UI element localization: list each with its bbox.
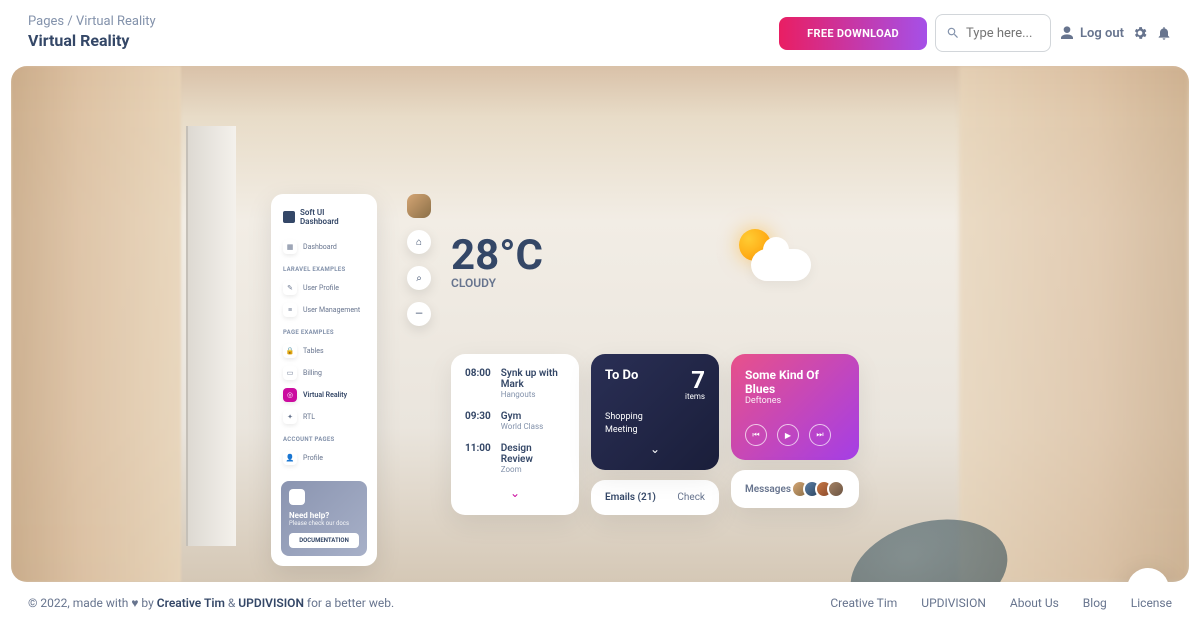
avatar [827, 480, 845, 498]
help-card: ♥ Need help? Please check our docs DOCUM… [281, 481, 367, 556]
sidebar-item-user-profile[interactable]: ✎User Profile [281, 277, 367, 299]
vr-canvas: Soft UI Dashboard ▦Dashboard LARAVEL EXA… [11, 66, 1189, 582]
sidebar-item-user-management[interactable]: ≡User Management [281, 299, 367, 321]
todo-count: 7 [685, 368, 705, 392]
logout-link[interactable]: Log out [1059, 25, 1124, 41]
prev-button[interactable]: ⏮ [745, 424, 767, 446]
music-title: Some Kind Of Blues [745, 368, 845, 396]
play-button[interactable]: ▶ [777, 424, 799, 446]
temperature: 28°C [451, 231, 543, 280]
footer-copyright: © 2022, made with ♥ by Creative Tim & UP… [28, 596, 394, 610]
mini-sidebar: Soft UI Dashboard ▦Dashboard LARAVEL EXA… [271, 194, 377, 566]
minimize-fab[interactable]: — [407, 302, 431, 326]
schedule-item[interactable]: 08:00 Synk up with MarkHangouts [465, 368, 565, 399]
weather-icon [723, 225, 813, 295]
footer-nav-blog[interactable]: Blog [1083, 596, 1107, 610]
footer-link-updivision[interactable]: UPDIVISION [238, 596, 304, 610]
card-icon: ▭ [283, 366, 297, 380]
schedule-item[interactable]: 09:30 GymWorld Class [465, 411, 565, 431]
curtain-right [959, 66, 1189, 582]
schedule-item[interactable]: 11:00 Design ReviewZoom [465, 443, 565, 474]
sidebar-item-dashboard[interactable]: ▦Dashboard [281, 236, 367, 258]
message-avatars [797, 480, 845, 498]
sidebar-item-profile[interactable]: 👤Profile [281, 447, 367, 469]
next-icon: ⏭ [816, 430, 823, 440]
bell-icon[interactable] [1156, 25, 1172, 41]
music-card: Some Kind Of Blues Deftones ⏮ ▶ ⏭ [731, 354, 859, 460]
search-icon: ⌕ [416, 273, 422, 284]
vr-icon: ◎ [283, 388, 297, 402]
chevron-down-icon[interactable]: ⌄ [605, 442, 705, 456]
todo-card: To Do 7 items Shopping Meeting ⌄ [591, 354, 719, 470]
door-frame [186, 126, 236, 546]
page-title: Virtual Reality [28, 31, 156, 50]
curtain-left [11, 66, 181, 582]
breadcrumb: Pages / Virtual Reality [28, 14, 156, 29]
footer-link-creative-tim[interactable]: Creative Tim [157, 596, 225, 610]
home-fab[interactable]: ⌂ [407, 230, 431, 254]
prev-icon: ⏮ [752, 430, 759, 440]
user-profile-icon: ✎ [283, 281, 297, 295]
rtl-icon: ✦ [283, 410, 297, 424]
user-icon [1059, 25, 1075, 41]
emails-action[interactable]: Check [677, 492, 705, 503]
search-icon [946, 26, 960, 40]
music-artist: Deftones [745, 396, 845, 406]
footer-nav-updivision[interactable]: UPDIVISION [921, 596, 986, 610]
footer-nav-about[interactable]: About Us [1010, 596, 1059, 610]
breadcrumb-current: Virtual Reality [76, 14, 156, 29]
free-download-button[interactable]: FREE DOWNLOAD [779, 17, 927, 50]
lock-icon: 🔒 [283, 344, 297, 358]
sidebar-item-billing[interactable]: ▭Billing [281, 362, 367, 384]
help-icon: ♥ [289, 489, 305, 505]
todo-item: Meeting [605, 424, 705, 437]
schedule-card: 08:00 Synk up with MarkHangouts 09:30 Gy… [451, 354, 579, 515]
list-icon: ≡ [283, 303, 297, 317]
messages-card[interactable]: Messages [731, 470, 859, 508]
sidebar-item-tables[interactable]: 🔒Tables [281, 340, 367, 362]
sidebar-section-account: ACCOUNT PAGES [283, 436, 367, 443]
todo-item: Shopping [605, 411, 705, 424]
search-input[interactable] [960, 18, 1040, 49]
search-wrap[interactable] [935, 14, 1051, 52]
avatar[interactable] [407, 194, 431, 218]
emails-card[interactable]: Emails (21) Check [591, 480, 719, 515]
breadcrumb-root[interactable]: Pages [28, 14, 64, 29]
minus-icon: — [415, 309, 423, 320]
sidebar-section-laravel: LARAVEL EXAMPLES [283, 266, 367, 273]
footer-nav-license[interactable]: License [1131, 596, 1172, 610]
footer-nav-creative-tim[interactable]: Creative Tim [830, 596, 897, 610]
todo-count-label: items [685, 392, 705, 401]
todo-title: To Do [605, 368, 638, 383]
play-icon: ▶ [785, 431, 791, 440]
home-icon: ⌂ [416, 237, 422, 248]
search-fab[interactable]: ⌕ [407, 266, 431, 290]
documentation-button[interactable]: DOCUMENTATION [289, 533, 359, 548]
dashboard-icon: ▦ [283, 240, 297, 254]
emails-label: Emails (21) [605, 492, 656, 503]
profile-icon: 👤 [283, 451, 297, 465]
chevron-down-icon[interactable]: ⌄ [465, 486, 565, 500]
messages-label: Messages [745, 484, 791, 495]
sidebar-section-pages: PAGE EXAMPLES [283, 329, 367, 336]
next-button[interactable]: ⏭ [809, 424, 831, 446]
brand[interactable]: Soft UI Dashboard [281, 204, 367, 236]
sidebar-item-rtl[interactable]: ✦RTL [281, 406, 367, 428]
gear-icon[interactable] [1132, 25, 1148, 41]
sidebar-item-virtual-reality[interactable]: ◎Virtual Reality [281, 384, 367, 406]
brand-icon [283, 211, 295, 223]
gear-icon [1139, 580, 1157, 582]
